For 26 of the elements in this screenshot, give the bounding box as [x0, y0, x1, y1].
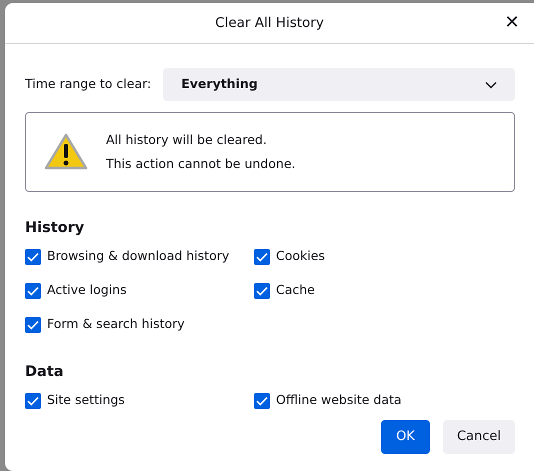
section-heading: Data: [25, 362, 65, 382]
checkbox-label[interactable]: Active logins: [47, 281, 127, 300]
checkbox-label[interactable]: Cookies: [276, 247, 325, 266]
window-title: Clear All History: [215, 14, 324, 33]
checkbox[interactable]: [254, 392, 270, 408]
checkbox-label[interactable]: Browsing & download history: [47, 247, 230, 266]
time-range-dropdown[interactable]: Everything: [163, 68, 515, 101]
section-heading: History: [25, 219, 86, 238]
warning-text: This action cannot be undone.: [106, 155, 296, 173]
time-range-label: Time range to clear:: [25, 75, 152, 94]
warning-icon: [44, 133, 88, 171]
cancel-button[interactable]: Cancel: [442, 420, 515, 454]
warning-text: All history will be cleared.: [106, 131, 268, 149]
checkbox-label[interactable]: Site settings: [47, 391, 125, 410]
checkbox-label[interactable]: Cache: [276, 281, 315, 300]
checkbox[interactable]: [25, 392, 41, 408]
checkbox[interactable]: [25, 248, 41, 265]
ok-button[interactable]: OK: [380, 420, 430, 454]
checkbox[interactable]: [254, 282, 270, 299]
chevron-down-icon: [485, 80, 497, 88]
checkbox-label[interactable]: Form & search history: [47, 315, 185, 334]
checkbox[interactable]: [25, 282, 41, 299]
checkbox[interactable]: [254, 248, 270, 265]
close-button[interactable]: ✕: [498, 9, 526, 37]
checkbox[interactable]: [25, 316, 41, 333]
checkbox-label[interactable]: Offline website data: [276, 391, 402, 410]
